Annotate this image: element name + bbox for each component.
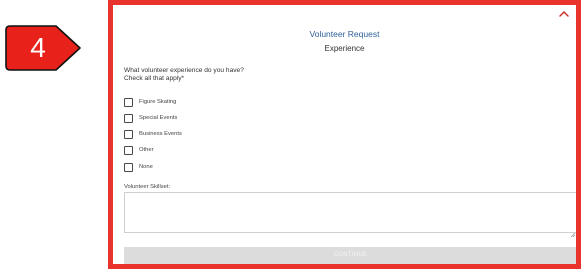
continue-button[interactable]: CONTINUE <box>124 247 576 264</box>
experience-question: What volunteer experience do you have? C… <box>124 67 244 83</box>
question-hint: Check all that apply* <box>124 75 185 82</box>
checkbox[interactable] <box>124 162 133 172</box>
collapse-button[interactable] <box>557 7 571 19</box>
form-subtitle: Experience <box>324 44 365 53</box>
option-special-events[interactable]: Special Events <box>124 113 177 123</box>
checkbox[interactable] <box>124 129 133 139</box>
skillset-textarea[interactable] <box>124 192 576 233</box>
resize-handle[interactable] <box>570 225 576 238</box>
step-number: 4 <box>30 32 46 63</box>
chevron-up-icon <box>559 10 569 17</box>
option-none[interactable]: None <box>124 162 153 172</box>
option-figure-skating[interactable]: Figure Skating <box>124 97 176 107</box>
step-callout: 4 <box>4 24 82 72</box>
form-title: Volunteer Request <box>309 29 380 39</box>
option-label: Special Events <box>139 115 178 121</box>
resize-grip-icon <box>570 232 576 238</box>
volunteer-request-panel: Volunteer Request Experience What volunt… <box>108 0 581 269</box>
option-business-events[interactable]: Business Events <box>124 129 182 139</box>
option-label: Other <box>139 147 154 153</box>
checkbox[interactable] <box>124 113 133 123</box>
option-label: Figure Skating <box>139 99 177 105</box>
checkbox[interactable] <box>124 97 133 107</box>
skillset-label: Volunteer Skillset: <box>124 184 171 190</box>
option-label: None <box>139 164 153 170</box>
checkbox[interactable] <box>124 145 133 155</box>
question-text: What volunteer experience do you have? <box>124 67 244 74</box>
tutorial-screenshot: 4 Volunteer Request Experience What volu… <box>0 0 581 269</box>
option-other[interactable]: Other <box>124 145 154 155</box>
option-label: Business Events <box>139 131 182 137</box>
